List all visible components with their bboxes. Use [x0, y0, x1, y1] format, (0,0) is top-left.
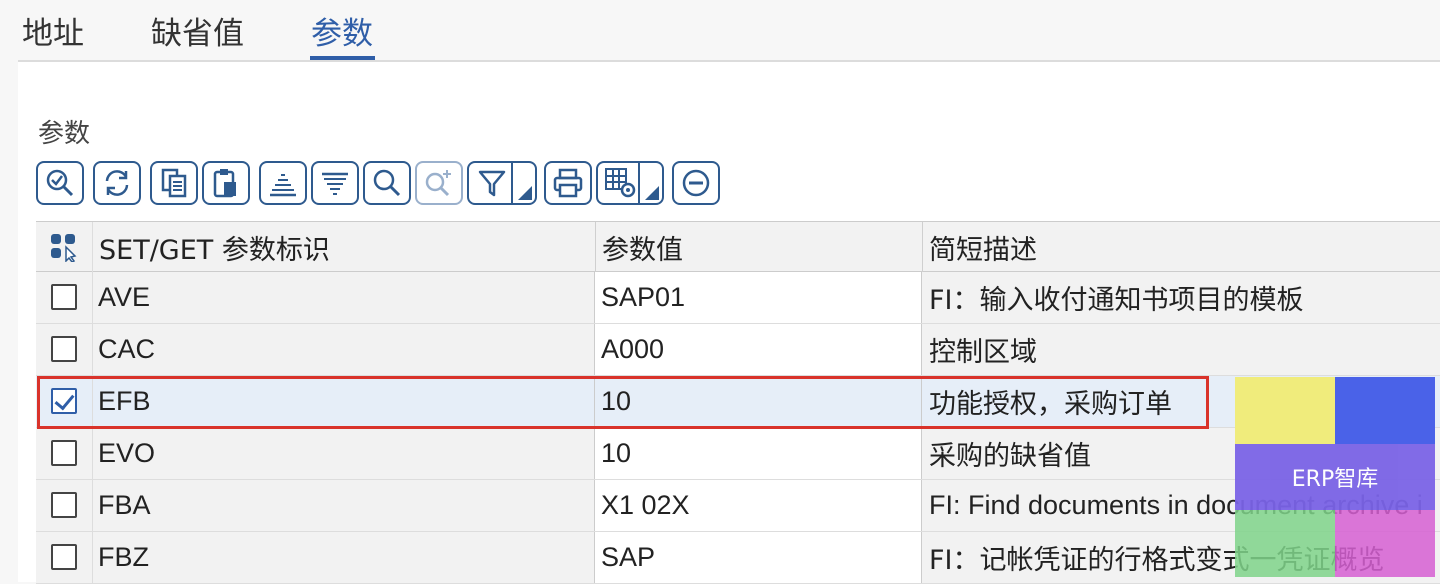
tab-defaults[interactable]: 缺省值: [151, 8, 244, 53]
layout-settings-icon[interactable]: [596, 161, 664, 205]
remove-row-icon[interactable]: [672, 161, 720, 205]
layout-dropdown-icon[interactable]: [645, 186, 659, 200]
param-desc: 功能授权，采购订单: [929, 389, 1172, 420]
column-header-desc[interactable]: 简短描述: [929, 222, 1037, 272]
print-icon[interactable]: [544, 161, 592, 205]
param-id: CAC: [98, 334, 156, 364]
param-id: FBZ: [98, 542, 149, 572]
tab-parameters[interactable]: 参数: [311, 8, 373, 53]
search-icon[interactable]: [363, 161, 411, 205]
table-row[interactable]: EVO 10 采购的缺省值: [36, 428, 1440, 480]
param-id: EVO: [98, 438, 156, 468]
filter-icon[interactable]: [467, 161, 537, 205]
zoom-check-icon[interactable]: [36, 161, 84, 205]
param-desc: FI：输入收付通知书项目的模板: [929, 285, 1304, 316]
tab-address[interactable]: 地址: [22, 8, 84, 53]
table-row[interactable]: CAC A000 控制区域: [36, 324, 1440, 376]
table-row[interactable]: FBZ SAP FI：记帐凭证的行格式变式一凭证概览: [36, 532, 1440, 584]
table-row-selected[interactable]: EFB 10 功能授权，采购订单: [36, 376, 1440, 428]
param-desc: 采购的缺省值: [929, 441, 1091, 472]
param-id: EFB: [98, 386, 151, 416]
select-all-icon[interactable]: [36, 222, 93, 272]
filter-dropdown-icon[interactable]: [518, 186, 532, 200]
param-value[interactable]: A000: [601, 324, 664, 375]
refresh-icon[interactable]: [93, 161, 141, 205]
row-checkbox[interactable]: [51, 544, 77, 570]
table-row[interactable]: AVE SAP01 FI：输入收付通知书项目的模板: [36, 272, 1440, 324]
param-value[interactable]: X1 02X: [601, 480, 690, 531]
param-value[interactable]: SAP01: [601, 272, 685, 323]
tab-bar: 地址 缺省值 参数: [0, 0, 1440, 62]
sort-ascending-icon[interactable]: [259, 161, 307, 205]
param-id: AVE: [98, 282, 151, 312]
column-header-id[interactable]: SET/GET 参数标识: [99, 222, 330, 272]
erp-watermark-logo: ERP智库: [1235, 377, 1435, 577]
param-value[interactable]: 10: [601, 376, 631, 427]
param-value[interactable]: SAP: [601, 532, 655, 583]
paste-icon[interactable]: [202, 161, 250, 205]
row-checkbox[interactable]: [51, 284, 77, 310]
column-header-value[interactable]: 参数值: [602, 222, 683, 272]
table-header: SET/GET 参数标识 参数值 简短描述: [36, 221, 1440, 272]
row-checkbox[interactable]: [51, 440, 77, 466]
watermark-text: ERP智库: [1235, 444, 1435, 510]
section-title: 参数: [38, 119, 91, 149]
param-desc: 控制区域: [929, 337, 1037, 368]
copy-icon[interactable]: [150, 161, 198, 205]
row-checkbox[interactable]: [51, 492, 77, 518]
row-checkbox-checked[interactable]: [51, 388, 77, 414]
parameters-table: SET/GET 参数标识 参数值 简短描述 AVE SAP01 FI：输入收付通…: [36, 221, 1440, 584]
param-value[interactable]: 10: [601, 428, 631, 479]
search-next-icon[interactable]: [415, 161, 463, 205]
row-checkbox[interactable]: [51, 336, 77, 362]
sort-descending-icon[interactable]: [311, 161, 359, 205]
table-row[interactable]: FBA X1 02X FI: Find documents in documen…: [36, 480, 1440, 532]
param-id: FBA: [98, 490, 151, 520]
